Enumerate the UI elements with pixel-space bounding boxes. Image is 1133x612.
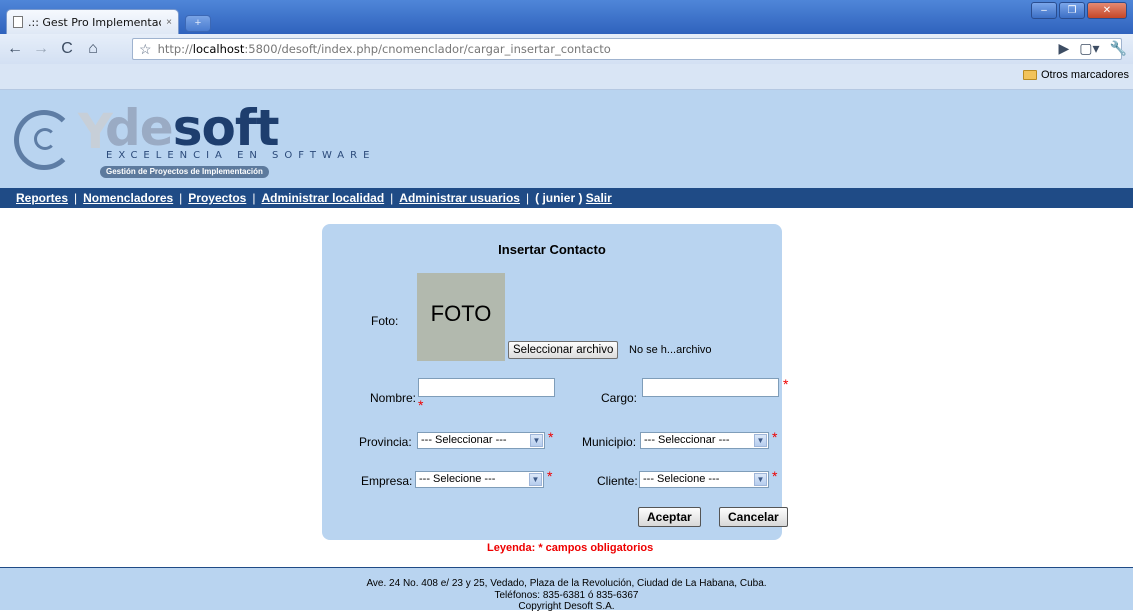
municipio-label: Municipio: bbox=[582, 435, 637, 449]
brand-tagline: EXCELENCIA EN SOFTWARE bbox=[106, 150, 376, 161]
brand-name: desoft bbox=[105, 99, 279, 157]
required-mark: * bbox=[772, 468, 778, 484]
chevron-down-icon: ▼ bbox=[754, 473, 767, 486]
menu-salir[interactable]: Salir bbox=[586, 191, 612, 205]
toolbar-right: ▶ ▢▾ 🔧 bbox=[1059, 40, 1127, 57]
tab-close-icon[interactable]: × bbox=[166, 17, 172, 28]
url-text: http://localhost:5800/desoft/index.php/c… bbox=[157, 42, 611, 56]
required-mark: * bbox=[547, 468, 553, 484]
back-icon[interactable]: ← bbox=[6, 40, 24, 58]
bookmark-folder[interactable]: Otros marcadores bbox=[1022, 69, 1129, 81]
menu-nomencladores[interactable]: Nomencladores bbox=[83, 191, 173, 205]
browser-toolbar: ← → C ⌂ ☆ http://localhost:5800/desoft/i… bbox=[0, 34, 1133, 64]
menu-separator: | bbox=[525, 191, 530, 205]
cargo-input[interactable] bbox=[642, 378, 779, 397]
menu-separator: | bbox=[390, 191, 394, 205]
menu-administrar-localidad[interactable]: Administrar localidad bbox=[261, 191, 384, 205]
cancel-button[interactable]: Cancelar bbox=[719, 507, 788, 527]
close-icon[interactable]: ✕ bbox=[1087, 2, 1127, 19]
empresa-label: Empresa: bbox=[361, 474, 413, 488]
nombre-label: Nombre: bbox=[370, 391, 417, 405]
footer-address: Ave. 24 No. 408 e/ 23 y 25, Vedado, Plaz… bbox=[366, 578, 767, 589]
chevron-down-icon: ▼ bbox=[754, 434, 767, 447]
menu-separator: | bbox=[74, 191, 78, 205]
municipio-select-value: --- Seleccionar --- bbox=[644, 434, 730, 446]
cliente-label: Cliente: bbox=[597, 474, 638, 488]
browser-tab[interactable]: .:: Gest Pro Implementació... × bbox=[6, 9, 179, 34]
star-icon[interactable]: ☆ bbox=[139, 41, 152, 58]
empresa-select-value: --- Selecione --- bbox=[419, 473, 496, 485]
required-mark: * bbox=[418, 397, 424, 413]
maximize-icon[interactable]: ❐ bbox=[1059, 2, 1085, 19]
footer-copyright: Copyright Desoft S.A. bbox=[518, 601, 615, 612]
menu-reportes[interactable]: Reportes bbox=[16, 191, 68, 205]
photo-placeholder: FOTO bbox=[417, 273, 505, 361]
minimize-icon[interactable]: – bbox=[1031, 2, 1057, 19]
accept-button[interactable]: Aceptar bbox=[638, 507, 701, 527]
required-mark: * bbox=[548, 429, 554, 445]
insert-contact-form: Insertar Contacto Foto: FOTO Seleccionar… bbox=[322, 224, 788, 540]
folder-icon bbox=[1022, 70, 1037, 80]
address-bar[interactable]: ☆ http://localhost:5800/desoft/index.php… bbox=[132, 38, 1122, 60]
reload-icon[interactable]: C bbox=[58, 40, 76, 58]
logo-inner-icon bbox=[34, 128, 56, 150]
required-mark: * bbox=[783, 376, 789, 392]
browser-titlebar: .:: Gest Pro Implementació... × + – ❐ ✕ bbox=[0, 0, 1133, 34]
chevron-down-icon: ▼ bbox=[529, 473, 542, 486]
provincia-select[interactable]: --- Seleccionar --- ▼ bbox=[417, 432, 545, 449]
cliente-select[interactable]: --- Selecione --- ▼ bbox=[639, 471, 769, 488]
cargo-label: Cargo: bbox=[601, 391, 638, 405]
menu-proyectos[interactable]: Proyectos bbox=[188, 191, 246, 205]
bookmark-folder-label: Otros marcadores bbox=[1040, 69, 1129, 81]
cliente-select-value: --- Selecione --- bbox=[643, 473, 720, 485]
current-user: ( junier ) bbox=[535, 191, 583, 205]
provincia-label: Provincia: bbox=[359, 435, 412, 449]
wrench-icon[interactable]: 🔧 bbox=[1110, 40, 1127, 57]
main-menu: Reportes | Nomencladores | Proyectos | A… bbox=[0, 188, 1133, 208]
menu-separator: | bbox=[179, 191, 183, 205]
required-legend: Leyenda: * campos obligatorios bbox=[487, 542, 654, 554]
brand-subtitle: Gestión de Proyectos de Implementación bbox=[100, 166, 269, 178]
home-icon[interactable]: ⌂ bbox=[84, 40, 102, 58]
tab-title: .:: Gest Pro Implementació... bbox=[28, 15, 161, 29]
page-menu-icon[interactable]: ▢▾ bbox=[1079, 40, 1099, 57]
empresa-select[interactable]: --- Selecione --- ▼ bbox=[415, 471, 544, 488]
provincia-select-value: --- Seleccionar --- bbox=[421, 434, 507, 446]
page-icon bbox=[13, 16, 23, 28]
municipio-select[interactable]: --- Seleccionar --- ▼ bbox=[640, 432, 769, 449]
form-title: Insertar Contacto bbox=[498, 242, 606, 257]
file-status: No se h...archivo bbox=[629, 344, 712, 356]
select-file-button[interactable]: Seleccionar archivo bbox=[508, 341, 619, 359]
page: Y desoft EXCELENCIA EN SOFTWARE Gestión … bbox=[0, 90, 1133, 612]
site-header: Y desoft EXCELENCIA EN SOFTWARE Gestión … bbox=[0, 90, 1133, 188]
chevron-down-icon: ▼ bbox=[530, 434, 543, 447]
play-icon[interactable]: ▶ bbox=[1059, 40, 1070, 57]
new-tab-button[interactable]: + bbox=[185, 15, 211, 32]
window-controls: – ❐ ✕ bbox=[1031, 2, 1127, 19]
required-mark: * bbox=[772, 429, 778, 445]
forward-icon[interactable]: → bbox=[32, 40, 50, 58]
bookmarks-bar: Otros marcadores bbox=[0, 64, 1133, 90]
nombre-input[interactable] bbox=[418, 378, 555, 397]
menu-administrar-usuarios[interactable]: Administrar usuarios bbox=[399, 191, 520, 205]
foto-label: Foto: bbox=[371, 314, 399, 328]
menu-separator: | bbox=[252, 191, 256, 205]
